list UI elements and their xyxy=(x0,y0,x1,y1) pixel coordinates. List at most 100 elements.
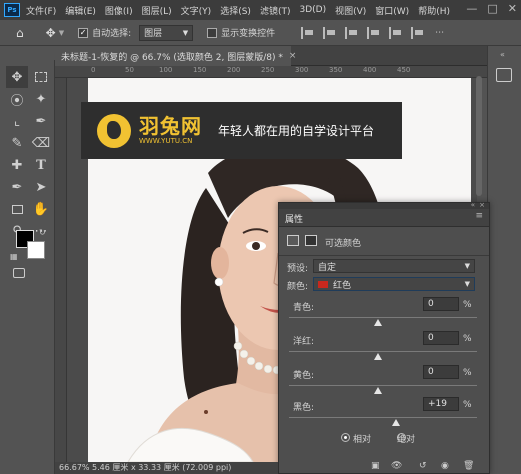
black-slider-track[interactable] xyxy=(289,417,477,418)
ruler-tick: 400 xyxy=(363,66,377,74)
show-transform-checkbox[interactable] xyxy=(207,27,218,38)
move-tool-icon[interactable]: ✥ xyxy=(6,66,28,88)
close-icon[interactable]: ✕ xyxy=(508,2,517,15)
type-tool-icon[interactable]: T xyxy=(30,154,52,176)
shape-tool-icon[interactable] xyxy=(6,198,28,220)
eraser-tool-icon[interactable]: ⌫ xyxy=(30,132,52,154)
photoshop-logo: Ps xyxy=(4,3,20,17)
clip-to-layer-icon[interactable]: ▣ xyxy=(371,461,380,471)
menu-image[interactable]: 图像(I) xyxy=(105,4,133,17)
ruler-tick: 300 xyxy=(295,66,309,74)
eyedropper-tool-icon[interactable]: ✒ xyxy=(30,110,52,132)
brush-tool-icon[interactable]: ✎ xyxy=(6,132,28,154)
percent-label: % xyxy=(463,300,472,310)
panel-footer: ▣ 👁 ↺ ◉ 🗑 xyxy=(279,461,489,473)
properties-title: 属性 xyxy=(285,215,304,225)
align-right-icon[interactable] xyxy=(345,26,359,39)
relative-label: 相对 xyxy=(353,435,372,445)
visibility-icon[interactable]: ◉ xyxy=(441,461,449,471)
yellow-slider-track[interactable] xyxy=(289,385,477,386)
yellow-value-input[interactable]: 0 xyxy=(423,365,459,379)
close-tab-icon[interactable]: × xyxy=(289,51,297,61)
black-slider-thumb[interactable] xyxy=(392,419,400,426)
options-bar: ⌂ ✥ ▼ ✓ 自动选择: 图层 ▼ 显示变换控件 ⋯ xyxy=(0,20,521,46)
menu-window[interactable]: 窗口(W) xyxy=(375,4,409,17)
menu-type[interactable]: 文字(Y) xyxy=(181,4,212,17)
properties-header: 属性 ≡ xyxy=(279,209,489,227)
quick-mask-icon[interactable] xyxy=(13,268,25,278)
align-center-icon[interactable] xyxy=(323,26,337,39)
align-top-icon[interactable] xyxy=(367,26,381,39)
magenta-slider-track[interactable] xyxy=(289,351,477,352)
menu-view[interactable]: 视图(V) xyxy=(335,4,366,17)
percent-label: % xyxy=(463,400,472,410)
menu-filter[interactable]: 滤镜(T) xyxy=(260,4,291,17)
auto-select-checkbox[interactable]: ✓ xyxy=(78,27,89,38)
panel-menu-icon[interactable]: ≡ xyxy=(475,211,483,221)
align-left-icon[interactable] xyxy=(301,26,315,39)
home-icon[interactable]: ⌂ xyxy=(16,26,24,40)
properties-dock-icon[interactable] xyxy=(496,68,512,82)
ruler-tick: 100 xyxy=(159,66,173,74)
menu-file[interactable]: 文件(F) xyxy=(26,4,56,17)
absolute-label: 绝对 xyxy=(397,435,416,445)
banner-slogan: 年轻人都在用的自学设计平台 xyxy=(218,124,375,138)
slider-label-black: 黑色: xyxy=(293,403,315,413)
magic-wand-tool-icon[interactable]: ✦ xyxy=(30,88,52,110)
colors-value: 红色 xyxy=(333,280,352,291)
close-panel-icon[interactable]: × xyxy=(479,201,485,209)
scrollbar-vertical[interactable] xyxy=(476,76,482,196)
collapse-panels-icon[interactable]: « xyxy=(500,50,505,59)
more-options-icon[interactable]: ⋯ xyxy=(435,28,444,38)
lasso-tool-icon[interactable]: ⦿ xyxy=(6,88,28,110)
menu-select[interactable]: 选择(S) xyxy=(220,4,251,17)
path-selection-tool-icon[interactable]: ➤ xyxy=(30,176,52,198)
minimize-icon[interactable]: — xyxy=(466,2,477,15)
reset-icon[interactable]: ↺ xyxy=(419,461,427,471)
tool-preset-chevron-icon[interactable]: ▼ xyxy=(59,29,64,37)
marquee-tool-icon[interactable] xyxy=(30,66,52,88)
collapse-icon[interactable]: « xyxy=(471,201,475,209)
chevron-down-icon: ▼ xyxy=(464,262,470,270)
ruler-tick: 450 xyxy=(397,66,411,74)
preset-dropdown[interactable]: 自定 ▼ xyxy=(313,259,475,273)
align-middle-icon[interactable] xyxy=(389,26,403,39)
hand-tool-icon[interactable]: ✋ xyxy=(30,198,52,220)
magenta-value-input[interactable]: 0 xyxy=(423,331,459,345)
preset-label: 预设: xyxy=(287,264,309,274)
yellow-slider-thumb[interactable] xyxy=(374,387,382,394)
colors-dropdown[interactable]: 红色 ▼ xyxy=(313,277,475,291)
cyan-value-input[interactable]: 0 xyxy=(423,297,459,311)
menu-edit[interactable]: 编辑(E) xyxy=(65,4,96,17)
yutu-logo-icon xyxy=(97,113,131,148)
cyan-slider-track[interactable] xyxy=(289,317,477,318)
swap-colors-icon[interactable]: ↻ xyxy=(39,228,46,237)
ruler-tick: 50 xyxy=(125,66,134,74)
document-tab-bar: 未标题-1-恢复的 @ 66.7% (选取颜色 2, 图层蒙版/8) * × xyxy=(55,46,487,66)
magenta-slider-thumb[interactable] xyxy=(374,353,382,360)
color-swatch xyxy=(318,280,328,288)
mask-icon[interactable] xyxy=(305,235,317,246)
crop-tool-icon[interactable]: ⌞ xyxy=(6,110,28,132)
black-value-input[interactable]: +19 xyxy=(423,397,459,411)
cyan-slider-thumb[interactable] xyxy=(374,319,382,326)
background-color-swatch[interactable] xyxy=(27,241,45,259)
auto-select-value: 图层 xyxy=(144,29,163,39)
menu-layer[interactable]: 图层(L) xyxy=(142,4,172,17)
default-colors-icon[interactable]: ▦ xyxy=(10,252,18,261)
delete-icon[interactable]: 🗑 xyxy=(463,461,474,471)
healing-brush-tool-icon[interactable]: ✚ xyxy=(6,154,28,176)
show-transform-label: 显示变换控件 xyxy=(221,29,276,39)
maximize-icon[interactable]: □ xyxy=(487,2,497,15)
auto-select-dropdown[interactable]: 图层 ▼ xyxy=(139,24,194,41)
menu-help[interactable]: 帮助(H) xyxy=(418,4,450,17)
pen-tool-icon[interactable]: ✒ xyxy=(6,176,28,198)
view-previous-icon[interactable]: 👁 xyxy=(391,461,402,471)
divider xyxy=(279,255,489,256)
document-tab[interactable]: 未标题-1-恢复的 @ 66.7% (选取颜色 2, 图层蒙版/8) * × xyxy=(55,46,296,66)
relative-radio[interactable] xyxy=(341,433,350,442)
move-tool-icon[interactable]: ✥ xyxy=(46,26,56,40)
align-bottom-icon[interactable] xyxy=(411,26,425,39)
document-tab-title: 未标题-1-恢复的 @ 66.7% (选取颜色 2, 图层蒙版/8) * xyxy=(61,52,283,63)
menu-3d[interactable]: 3D(D) xyxy=(299,5,326,15)
